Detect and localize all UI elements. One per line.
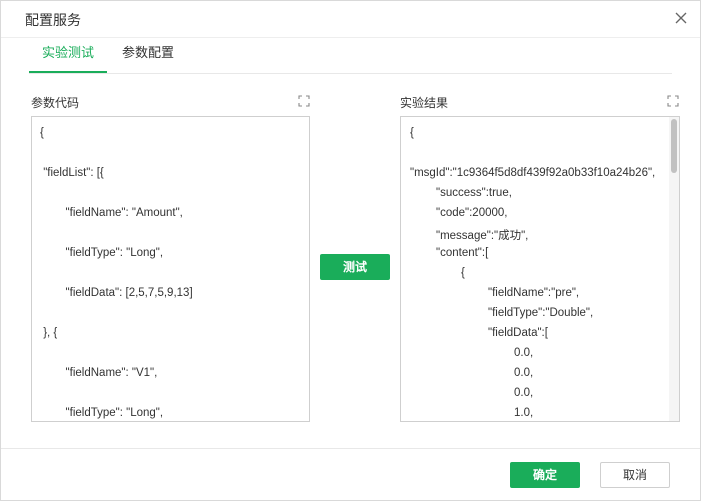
result-line: "msgId":"1c9364f5d8df439f92a0b33f10a24b2… bbox=[410, 167, 656, 179]
fullscreen-icon[interactable] bbox=[298, 94, 310, 107]
tab-experiment-test[interactable]: 实验测试 bbox=[29, 37, 107, 73]
test-button[interactable]: 测试 bbox=[320, 254, 390, 280]
code-line: { bbox=[40, 127, 44, 139]
result-line: { bbox=[410, 127, 414, 139]
result-line: "fieldName":"pre", bbox=[488, 287, 580, 299]
result-scrollbar-thumb[interactable] bbox=[671, 119, 677, 173]
config-service-dialog: 配置服务 实验测试 参数配置 参数代码 { "fieldList": [{ "f… bbox=[0, 0, 701, 501]
tab-bar: 实验测试 参数配置 bbox=[29, 37, 672, 74]
result-line: "success":true, bbox=[436, 187, 512, 199]
code-line: "fieldType": "Long", bbox=[40, 407, 164, 419]
result-line: "message":"成功", bbox=[436, 230, 529, 242]
result-line: "fieldType":"Double", bbox=[488, 307, 594, 319]
close-icon[interactable] bbox=[672, 9, 690, 27]
result-scrollbar[interactable] bbox=[669, 117, 679, 421]
fullscreen-icon[interactable] bbox=[667, 94, 679, 107]
params-panel-label: 参数代码 bbox=[31, 96, 80, 110]
tab-param-config[interactable]: 参数配置 bbox=[113, 37, 183, 71]
dialog-footer bbox=[1, 448, 700, 500]
result-line: 0.0, bbox=[514, 347, 534, 359]
code-line: "fieldName": "Amount", bbox=[40, 207, 183, 219]
dialog-title: 配置服务 bbox=[25, 12, 81, 28]
params-code-editor[interactable]: { "fieldList": [{ "fieldName": "Amount",… bbox=[31, 116, 310, 422]
result-line: "code":20000, bbox=[436, 207, 508, 219]
code-line: }, { bbox=[40, 327, 58, 339]
code-line: "fieldData": [2,5,7,5,9,13] bbox=[40, 287, 193, 299]
code-line: "fieldType": "Long", bbox=[40, 247, 164, 259]
result-line: 1.0, bbox=[514, 407, 534, 419]
dialog-title-bar: 配置服务 bbox=[1, 1, 700, 38]
result-line: 0.0, bbox=[514, 367, 534, 379]
cancel-button[interactable]: 取消 bbox=[600, 462, 670, 488]
result-line: "fieldData":[ bbox=[488, 327, 548, 339]
code-line: "fieldList": [{ bbox=[40, 167, 104, 179]
result-output: { "msgId":"1c9364f5d8df439f92a0b33f10a24… bbox=[400, 116, 680, 422]
result-line: "content":[ bbox=[436, 247, 489, 259]
result-line: 0.0, bbox=[514, 387, 534, 399]
confirm-button[interactable]: 确定 bbox=[510, 462, 580, 488]
code-line: "fieldName": "V1", bbox=[40, 367, 158, 379]
result-panel-label: 实验结果 bbox=[400, 96, 449, 110]
result-line: { bbox=[461, 267, 465, 279]
